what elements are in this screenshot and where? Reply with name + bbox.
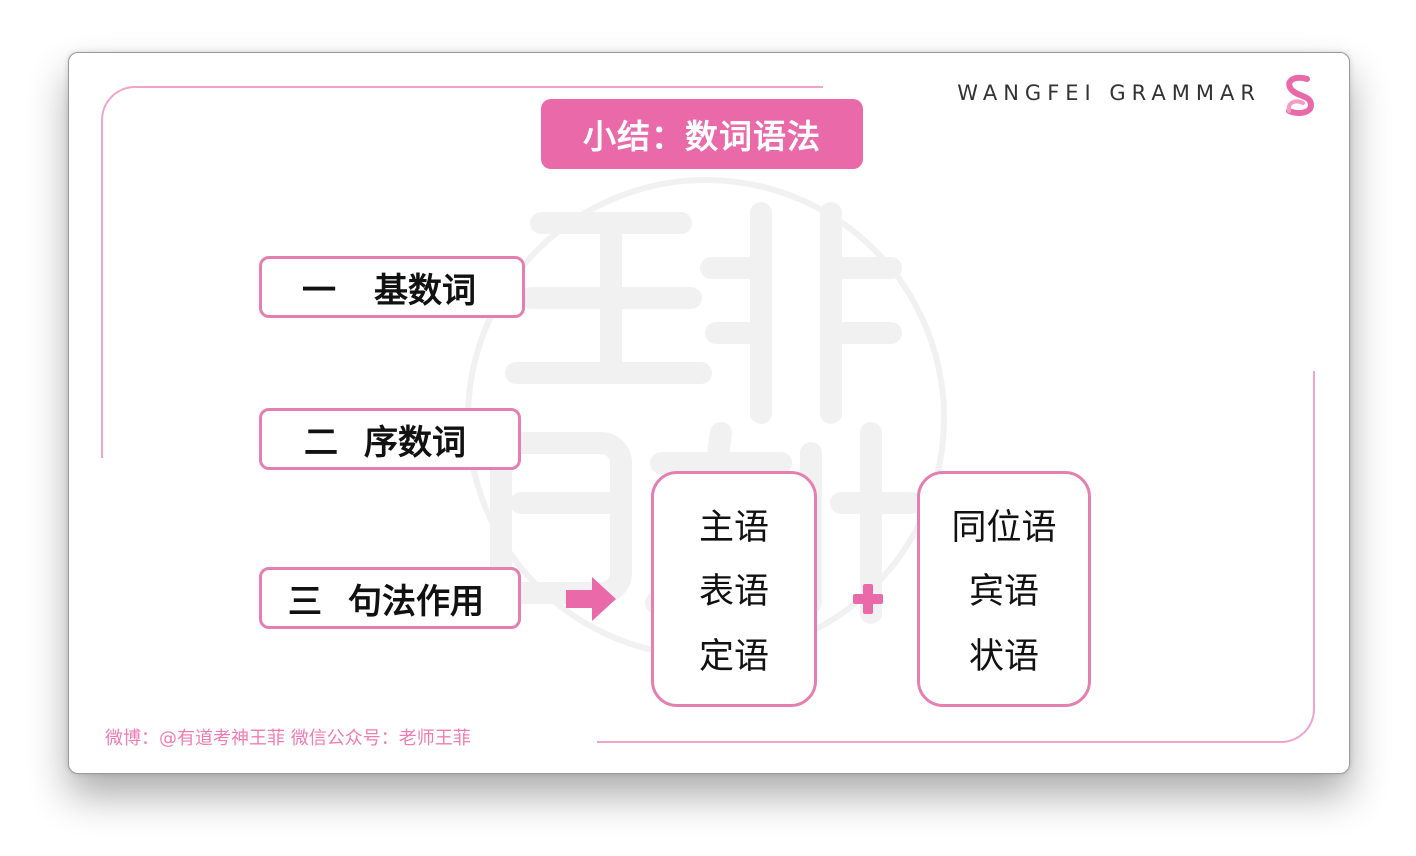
role-item: 状语 [968, 637, 1039, 678]
topic-item-ordinal: 二 序数词 [259, 408, 521, 470]
topic-number: 二 [304, 422, 338, 463]
brand-wordmark: WANGFEI GRAMMAR [957, 81, 1261, 105]
role-item: 定语 [698, 637, 769, 678]
role-item: 宾语 [968, 572, 1039, 613]
topic-number: 三 [288, 581, 322, 622]
role-item: 表语 [698, 572, 769, 613]
syntax-roles-group-a: 主语 表语 定语 [651, 471, 817, 707]
plus-icon [853, 584, 883, 614]
page-title: 小结：数词语法 [541, 99, 863, 169]
syntax-roles-group-b: 同位语 宾语 状语 [917, 471, 1091, 707]
slide-window: WANGFEI GRAMMAR 小结：数词语法 一 基数词 二 序数词 三 句法… [68, 52, 1350, 774]
footer-social-credits: 微博：@有道考神王菲 微信公众号：老师王菲 [105, 728, 471, 749]
topic-item-cardinal: 一 基数词 [259, 256, 525, 318]
role-item: 同位语 [951, 507, 1057, 548]
arrow-right-icon [566, 577, 616, 621]
topic-label: 基数词 [374, 270, 476, 311]
role-item: 主语 [698, 507, 769, 548]
topic-label: 句法作用 [348, 581, 484, 622]
topic-number: 一 [302, 270, 336, 311]
topic-item-syntax: 三 句法作用 [259, 567, 521, 629]
s-ribbon-logo-icon [1286, 74, 1315, 116]
topic-label: 序数词 [364, 422, 466, 463]
